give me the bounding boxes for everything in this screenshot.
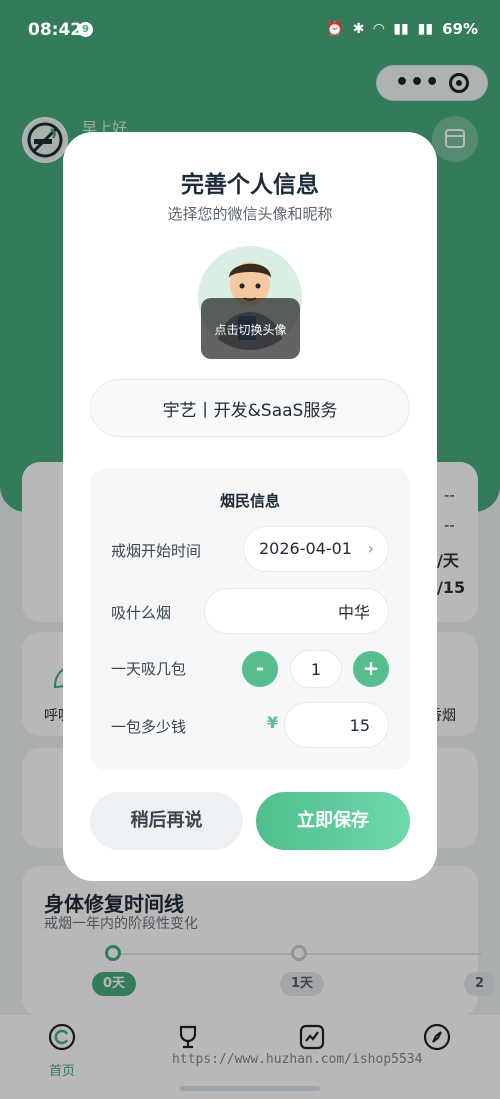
save-button[interactable]: 立即保存 — [256, 792, 410, 850]
smoker-info-panel: 烟民信息 戒烟开始时间 2026-04-01 › 吸什么烟 一天吸几包 - + … — [90, 468, 410, 770]
later-button[interactable]: 稍后再说 — [90, 792, 243, 850]
battery-level: 69% — [442, 20, 478, 38]
home-indicator — [180, 1086, 320, 1091]
chevron-right-icon: › — [367, 539, 374, 558]
decrease-button[interactable]: - — [242, 651, 278, 687]
dialog-title: 完善个人信息 — [181, 172, 319, 198]
currency-symbol: ¥ — [267, 713, 279, 732]
status-indicators: ⏰ ✱ ◠ ▮▮ ▮▮ 69% — [326, 20, 478, 38]
wifi-icon: ◠ — [373, 21, 385, 37]
quit-date-value: 2026-04-01 — [259, 539, 352, 558]
increase-button[interactable]: + — [353, 651, 389, 687]
dialog-subtitle: 选择您的微信头像和昵称 — [167, 205, 333, 223]
profile-dialog: 完善个人信息 选择您的微信头像和昵称 点击切换头像 烟民信息 戒烟开始时间 20… — [63, 132, 437, 881]
signal-icon-2: ▮▮ — [417, 21, 434, 37]
quit-date-label: 戒烟开始时间 — [111, 542, 202, 560]
bluetooth-icon: ✱ — [352, 21, 365, 37]
quit-date-picker[interactable]: 2026-04-01 › — [243, 526, 389, 572]
brand-input[interactable] — [204, 588, 389, 634]
alarm-icon: ⏰ — [326, 21, 344, 37]
brand-label: 吸什么烟 — [111, 604, 172, 622]
price-label: 一包多少钱 — [111, 718, 187, 736]
watermark-text: https://www.huzhan.com/ishop5534 — [172, 1052, 423, 1067]
panel-title: 烟民信息 — [219, 492, 280, 510]
packs-label: 一天吸几包 — [111, 660, 187, 678]
status-time: 08:42 — [28, 20, 83, 40]
avatar-caption[interactable]: 点击切换头像 — [201, 298, 300, 359]
nickname-input[interactable] — [90, 379, 410, 437]
packs-input[interactable] — [290, 650, 342, 688]
signal-icon: ▮▮ — [393, 21, 409, 37]
status-bar: 08:42 9 ⏰ ✱ ◠ ▮▮ ▮▮ 69% — [0, 0, 500, 60]
price-input[interactable] — [284, 702, 389, 748]
notification-badge: 9 — [78, 22, 93, 37]
